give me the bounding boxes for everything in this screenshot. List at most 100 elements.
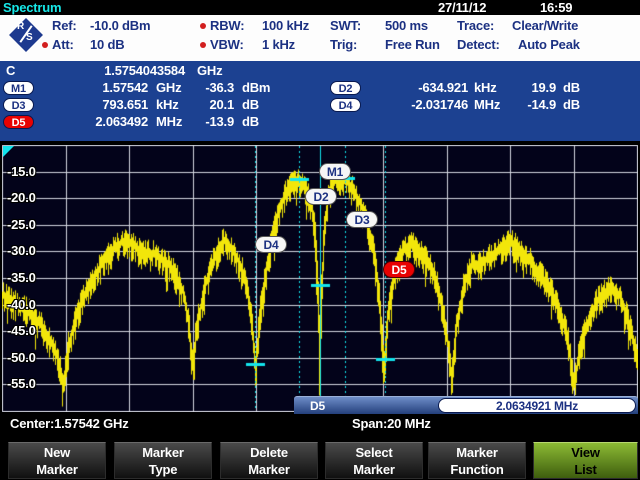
marker-row-d5: D5 2.063492 MHz -13.9 dB xyxy=(0,114,640,130)
d2-level-unit: dB xyxy=(563,80,580,96)
m1-freq-unit: GHz xyxy=(156,80,181,96)
y-axis-label: -30.0 xyxy=(7,243,36,259)
softkey-label: Marker xyxy=(326,461,422,478)
vbw-label: VBW: xyxy=(210,37,244,53)
trig-value: Free Run xyxy=(385,37,440,53)
rbw-value: 100 kHz xyxy=(262,18,309,34)
rs-logo-letter-r: R xyxy=(17,21,24,32)
att-value: 10 dB xyxy=(90,37,124,53)
softkey-view-list[interactable]: View List xyxy=(533,442,638,479)
ref-label: Ref: xyxy=(52,18,76,34)
softkey-new-marker[interactable]: New Marker xyxy=(8,442,106,479)
counter-row: C 1.5754043584 GHz xyxy=(0,63,640,79)
y-axis-label: -20.0 xyxy=(7,190,36,206)
rs-logo-letter-s: S xyxy=(26,32,32,43)
m1-level: -36.3 xyxy=(190,80,234,96)
trace-label: Trace: xyxy=(457,18,494,34)
swt-label: SWT: xyxy=(330,18,361,34)
counter-value: 1.5754043584 xyxy=(40,63,185,79)
marker-badge-d4: D4 xyxy=(330,98,361,112)
softkey-label: List xyxy=(534,461,637,478)
softkey-label: Marker xyxy=(9,461,105,478)
spectrum-analyzer-screen: Spectrum 27/11/12 16:59 R S Ref: -10.0 d… xyxy=(0,0,640,480)
att-label: Att: xyxy=(52,37,74,53)
trace-value: Clear/Write xyxy=(512,18,578,34)
softkey-label: Delete xyxy=(221,444,317,461)
vbw-value: 1 kHz xyxy=(262,37,295,53)
y-axis-label: -40.0 xyxy=(7,297,36,313)
marker-flag-d4: D4 xyxy=(255,236,287,253)
marker-badge-m1: M1 xyxy=(3,81,34,95)
softkey-label: Marker xyxy=(429,444,525,461)
marker-flag-d2: D2 xyxy=(305,188,337,205)
d4-freq: -2.031746 xyxy=(360,97,468,113)
d4-level: -14.9 xyxy=(512,97,556,113)
marker-frequency-input[interactable]: 2.0634921 MHz xyxy=(438,398,636,413)
counter-unit: GHz xyxy=(197,63,222,79)
y-axis-label: -55.0 xyxy=(7,376,36,392)
marker-flag-m1: M1 xyxy=(319,163,351,180)
softkey-label: Type xyxy=(115,461,211,478)
rs-logo-icon: R S xyxy=(7,16,45,54)
m1-level-unit: dBm xyxy=(242,80,270,96)
y-axis-label: -15.0 xyxy=(7,164,36,180)
spectrum-trace-canvas xyxy=(2,145,638,412)
softkey-marker-function[interactable]: Marker Function xyxy=(428,442,526,479)
marker-row-d3: D3 793.651 kHz 20.1 dB D4 -2.031746 MHz … xyxy=(0,97,640,113)
ref-value: -10.0 dBm xyxy=(90,18,150,34)
d3-freq-unit: kHz xyxy=(156,97,179,113)
softkey-label: Marker xyxy=(221,461,317,478)
y-axis-label: -45.0 xyxy=(7,323,36,339)
marker-flag-d5: D5 xyxy=(383,261,415,278)
softkey-select-marker[interactable]: Select Marker xyxy=(325,442,423,479)
counter-name: C xyxy=(6,63,15,79)
marker-flag-d3: D3 xyxy=(346,211,378,228)
softkey-delete-marker[interactable]: Delete Marker xyxy=(220,442,318,479)
softkey-label: Function xyxy=(429,461,525,478)
d5-freq: 2.063492 xyxy=(40,114,148,130)
title-bar: Spectrum 27/11/12 16:59 xyxy=(0,0,640,15)
swt-value: 500 ms xyxy=(385,18,428,34)
softkey-bar: New Marker Marker Type Delete Marker Sel… xyxy=(0,440,640,480)
marker-row-m1: M1 1.57542 GHz -36.3 dBm D2 -634.921 kHz… xyxy=(0,80,640,96)
rbw-changed-bullet xyxy=(200,23,206,29)
att-changed-bullet xyxy=(42,42,48,48)
d3-level: 20.1 xyxy=(190,97,234,113)
detect-value: Auto Peak xyxy=(518,37,580,53)
d5-freq-unit: MHz xyxy=(156,114,182,130)
d4-freq-unit: MHz xyxy=(474,97,500,113)
marker-entry-bar: D5 2.0634921 MHz xyxy=(294,396,638,414)
d4-level-unit: dB xyxy=(563,97,580,113)
spectrum-plot: -15.0 -20.0 -25.0 -30.0 -35.0 -40.0 -45.0 -50.0… xyxy=(2,145,638,412)
rbw-label: RBW: xyxy=(210,18,244,34)
softkey-label: Select xyxy=(326,444,422,461)
ref-level-triangle-icon xyxy=(3,146,14,157)
marker-badge-d3: D3 xyxy=(3,98,34,112)
vbw-changed-bullet xyxy=(200,42,206,48)
marker-table: C 1.5754043584 GHz M1 1.57542 GHz -36.3 … xyxy=(0,61,640,141)
marker-badge-d2: D2 xyxy=(330,81,361,95)
softkey-marker-type[interactable]: Marker Type xyxy=(114,442,212,479)
d5-level-unit: dB xyxy=(242,114,259,130)
softkey-label: View xyxy=(534,444,637,461)
m1-freq: 1.57542 xyxy=(40,80,148,96)
d2-freq: -634.921 xyxy=(360,80,468,96)
mode-title: Spectrum xyxy=(3,0,61,15)
d5-level: -13.9 xyxy=(190,114,234,130)
time-label: 16:59 xyxy=(540,0,572,15)
d3-level-unit: dB xyxy=(242,97,259,113)
y-axis-label: -50.0 xyxy=(7,350,36,366)
y-axis-label: -25.0 xyxy=(7,217,36,233)
y-axis-label: -35.0 xyxy=(7,270,36,286)
trig-label: Trig: xyxy=(330,37,357,53)
date-label: 27/11/12 xyxy=(438,0,486,15)
d2-freq-unit: kHz xyxy=(474,80,497,96)
entry-bar-label: D5 xyxy=(310,398,325,414)
softkey-label: New xyxy=(9,444,105,461)
softkey-label: Marker xyxy=(115,444,211,461)
marker-badge-d5: D5 xyxy=(3,115,34,129)
span-readout: Span:20 MHz xyxy=(352,416,431,431)
settings-header: R S Ref: -10.0 dBm RBW: 100 kHz SWT: 500… xyxy=(0,15,640,61)
detect-label: Detect: xyxy=(457,37,500,53)
d3-freq: 793.651 xyxy=(40,97,148,113)
